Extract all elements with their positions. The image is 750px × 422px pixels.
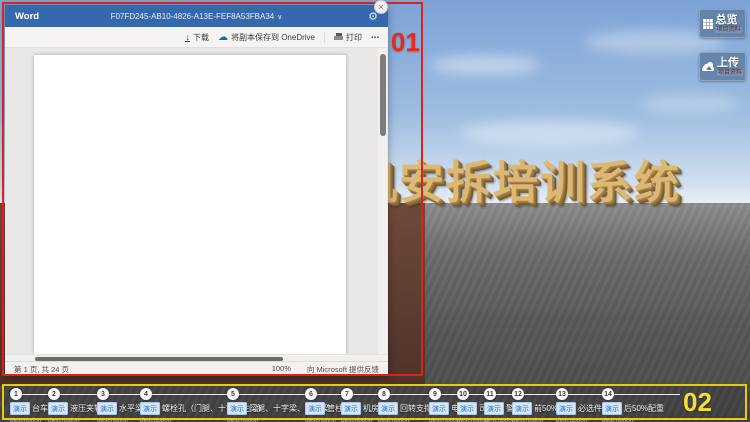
demo-button[interactable]: 演示: [305, 402, 325, 415]
document-page: [34, 55, 346, 354]
step-number-badge[interactable]: 6: [305, 388, 317, 400]
step-number-badge[interactable]: 5: [227, 388, 239, 400]
save-to-onedrive-button[interactable]: ☁ 将副本保存到 OneDrive: [218, 32, 315, 43]
print-label: 打印: [346, 32, 362, 43]
timeline-step: 8 演示回转支撑 description: [378, 388, 432, 422]
vertical-scrollbar-thumb[interactable]: [380, 54, 386, 136]
timeline-step: 6演示管柱description: [305, 388, 343, 422]
app-stage: 机安拆培训系统 总览 项目资料 上传 项目资料 Word F07FD245-AB…: [0, 0, 750, 422]
download-label: 下载: [193, 32, 209, 43]
step-number-badge[interactable]: 9: [429, 388, 441, 400]
step-description: description: [512, 417, 543, 422]
demo-button[interactable]: 演示: [97, 402, 117, 415]
step-label: 必选件: [578, 403, 602, 414]
download-button[interactable]: ↓ 下载: [185, 32, 209, 43]
step-label: 后50%配重: [624, 403, 664, 414]
zoom-level[interactable]: 100%: [272, 364, 291, 375]
overview-button-sublabel: 项目资料: [715, 27, 741, 33]
document-title: F07FD245-AB10-4826-A13E-FEF8A53FBA34: [111, 12, 275, 21]
document-viewport: [5, 48, 388, 354]
demo-button[interactable]: 演示: [484, 402, 504, 415]
step-number-badge[interactable]: 14: [602, 388, 614, 400]
step-number-badge[interactable]: 11: [484, 388, 496, 400]
word-status-bar: 第 1 页, 共 24 页 100% 向 Microsoft 提供反馈: [5, 361, 388, 376]
step-description: description: [305, 417, 336, 422]
demo-button[interactable]: 演示: [556, 402, 576, 415]
demo-button[interactable]: 演示: [48, 402, 68, 415]
demo-button[interactable]: 演示: [429, 402, 449, 415]
cloud: [430, 55, 540, 75]
printer-icon: [334, 33, 343, 41]
step-number-badge[interactable]: 2: [48, 388, 60, 400]
step-description: description: [484, 417, 515, 422]
step-description: description: [10, 417, 41, 422]
grid-icon: [703, 19, 712, 28]
cloud: [460, 120, 640, 146]
demo-button[interactable]: 演示: [227, 402, 247, 415]
demo-button[interactable]: 演示: [10, 402, 30, 415]
timeline-step: 13 演示必选件 description: [556, 388, 602, 422]
step-label: 回转支撑: [400, 403, 432, 414]
cloud: [640, 95, 740, 113]
vertical-scrollbar[interactable]: [378, 48, 387, 354]
step-description: description: [140, 417, 171, 422]
overview-button[interactable]: 总览 项目资料: [699, 9, 746, 38]
overview-button-label: 总览: [715, 15, 737, 26]
close-icon[interactable]: ×: [374, 0, 388, 14]
download-icon: ↓: [185, 33, 190, 42]
step-number-badge[interactable]: 12: [512, 388, 524, 400]
step-timeline-bar: 1演示台车组description2演示液压夹轨器description3演示水…: [0, 385, 750, 422]
step-description: description: [602, 417, 633, 422]
toolbar-divider: [324, 32, 325, 43]
scene-title-3d-text: 机安拆培训系统: [352, 146, 681, 211]
demo-button[interactable]: 演示: [140, 402, 160, 415]
horizontal-scrollbar-thumb[interactable]: [35, 357, 283, 361]
demo-button[interactable]: 演示: [457, 402, 477, 415]
timeline-step: 3演示水平梁description: [97, 388, 143, 422]
save-to-onedrive-label: 将副本保存到 OneDrive: [231, 32, 315, 43]
page-count-status: 第 1 页, 共 24 页: [14, 364, 272, 375]
word-viewer-window: Word F07FD245-AB10-4826-A13E-FEF8A53FBA3…: [5, 5, 388, 376]
document-title-dropdown[interactable]: F07FD245-AB10-4826-A13E-FEF8A53FBA34∨: [85, 12, 308, 21]
upload-button-sublabel: 项目资料: [717, 70, 743, 76]
demo-button[interactable]: 演示: [512, 402, 532, 415]
print-button[interactable]: 打印: [334, 32, 362, 43]
word-titlebar: Word F07FD245-AB10-4826-A13E-FEF8A53FBA3…: [5, 5, 388, 27]
step-description: description: [556, 417, 587, 422]
horizontal-scrollbar[interactable]: [5, 354, 388, 361]
timeline-step: 14 演示后50%配重 description: [602, 388, 664, 422]
step-label: 机房: [363, 403, 379, 414]
step-number-badge[interactable]: 7: [341, 388, 353, 400]
step-description: description: [378, 417, 409, 422]
step-number-badge[interactable]: 8: [378, 388, 390, 400]
feedback-link[interactable]: 向 Microsoft 提供反馈: [307, 364, 379, 375]
cloud-upload-icon: [702, 62, 714, 72]
step-description: description: [429, 417, 460, 422]
step-description: description: [97, 417, 128, 422]
step-number-badge[interactable]: 13: [556, 388, 568, 400]
upload-button[interactable]: 上传 项目资料: [699, 52, 746, 81]
step-number-badge[interactable]: 3: [97, 388, 109, 400]
step-description: description: [227, 417, 258, 422]
timeline-step: 7 演示机房 description: [341, 388, 379, 422]
upload-button-label: 上传: [717, 58, 739, 69]
step-number-badge[interactable]: 4: [140, 388, 152, 400]
chevron-down-icon: ∨: [277, 14, 282, 21]
annotation-label-01: 01: [391, 27, 420, 58]
cloud-icon: ☁: [218, 32, 228, 43]
demo-button[interactable]: 演示: [341, 402, 361, 415]
settings-gear-icon[interactable]: ⚙: [308, 10, 378, 23]
step-description: description: [48, 417, 79, 422]
more-options-button[interactable]: ⋯: [371, 33, 380, 42]
annotation-label-02: 02: [683, 387, 712, 418]
demo-button[interactable]: 演示: [602, 402, 622, 415]
step-number-badge[interactable]: 1: [10, 388, 22, 400]
step-description: description: [341, 417, 372, 422]
demo-button[interactable]: 演示: [378, 402, 398, 415]
step-number-badge[interactable]: 10: [457, 388, 469, 400]
word-app-name: Word: [15, 11, 85, 22]
word-command-bar: ↓ 下载 ☁ 将副本保存到 OneDrive 打印 ⋯: [5, 27, 388, 48]
